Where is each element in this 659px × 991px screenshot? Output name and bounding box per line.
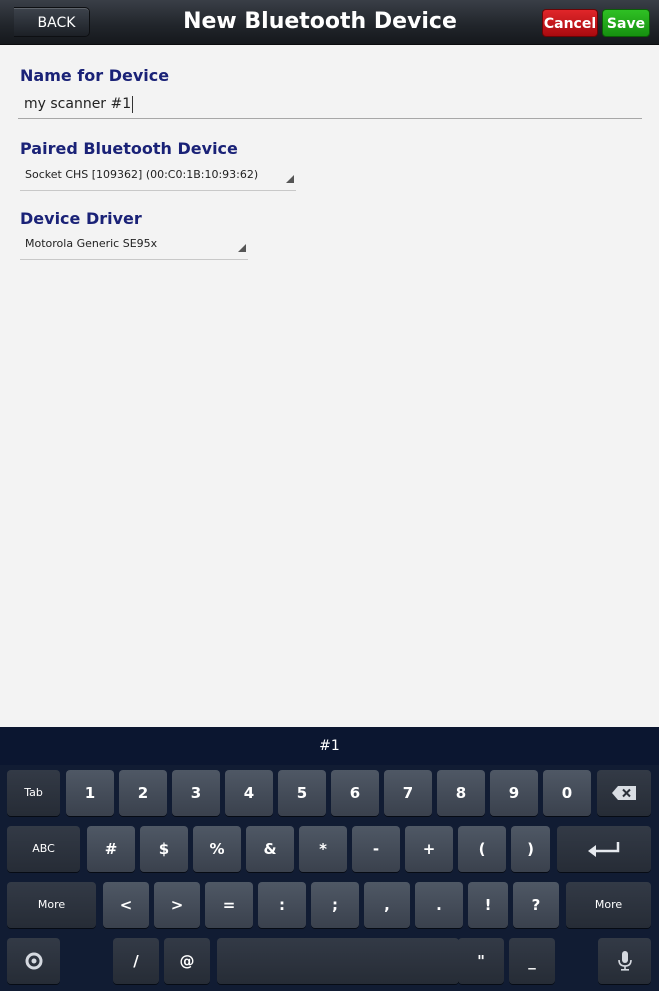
dropdown-arrow-icon <box>286 175 294 183</box>
key-at[interactable]: @ <box>164 938 210 984</box>
key-backspace[interactable] <box>597 770 651 816</box>
cancel-button[interactable]: Cancel <box>542 9 598 37</box>
key-equals[interactable]: = <box>205 882 253 928</box>
key-more-left[interactable]: More <box>7 882 96 928</box>
key-period[interactable]: . <box>415 882 463 928</box>
device-driver-label: Device Driver <box>20 209 142 228</box>
dropdown-arrow-icon <box>238 244 246 252</box>
key-abc[interactable]: ABC <box>7 826 80 872</box>
paired-device-value: Socket CHS [109362] (00:C0:1B:10:93:62) <box>25 168 259 181</box>
key-0[interactable]: 0 <box>543 770 591 816</box>
key-9[interactable]: 9 <box>490 770 538 816</box>
top-bar: BACK New Bluetooth Device Cancel Save <box>0 0 659 45</box>
back-button[interactable]: BACK <box>14 7 90 37</box>
key-less-than[interactable]: < <box>103 882 149 928</box>
key-asterisk[interactable]: * <box>299 826 347 872</box>
suggestion-bar[interactable]: #1 <box>0 727 659 765</box>
page-title: New Bluetooth Device <box>183 9 457 34</box>
key-7[interactable]: 7 <box>384 770 432 816</box>
key-dollar[interactable]: $ <box>140 826 188 872</box>
key-comma[interactable]: , <box>364 882 410 928</box>
paired-device-spinner[interactable]: Socket CHS [109362] (00:C0:1B:10:93:62) <box>20 161 296 191</box>
key-space[interactable] <box>217 938 459 984</box>
key-slash[interactable]: / <box>113 938 159 984</box>
key-close-paren[interactable]: ) <box>511 826 550 872</box>
key-ampersand[interactable]: & <box>246 826 294 872</box>
key-3[interactable]: 3 <box>172 770 220 816</box>
key-5[interactable]: 5 <box>278 770 326 816</box>
key-plus[interactable]: + <box>405 826 453 872</box>
key-2[interactable]: 2 <box>119 770 167 816</box>
key-colon[interactable]: : <box>258 882 306 928</box>
key-settings[interactable] <box>7 938 60 984</box>
text-cursor <box>132 95 134 113</box>
back-button-label: BACK <box>37 15 76 31</box>
key-hash[interactable]: # <box>87 826 135 872</box>
key-4[interactable]: 4 <box>225 770 273 816</box>
device-driver-value: Motorola Generic SE95x <box>25 237 158 250</box>
key-1[interactable]: 1 <box>66 770 114 816</box>
name-for-device-label: Name for Device <box>20 66 170 85</box>
key-underscore[interactable]: _ <box>509 938 555 984</box>
enter-icon <box>588 842 620 857</box>
key-open-paren[interactable]: ( <box>458 826 506 872</box>
device-name-value: my scanner #1 <box>24 96 132 112</box>
key-greater-than[interactable]: > <box>154 882 200 928</box>
key-semicolon[interactable]: ; <box>311 882 359 928</box>
key-enter[interactable] <box>557 826 651 872</box>
key-tab[interactable]: Tab <box>7 770 60 816</box>
key-quote[interactable]: " <box>458 938 504 984</box>
paired-device-label: Paired Bluetooth Device <box>20 139 238 158</box>
key-more-right[interactable]: More <box>566 882 651 928</box>
on-screen-keyboard: #1 Tab 1 2 3 4 5 6 7 8 9 0 ABC # $ % & *… <box>0 727 659 991</box>
key-exclamation[interactable]: ! <box>468 882 508 928</box>
backspace-icon <box>612 786 636 800</box>
save-button[interactable]: Save <box>602 9 650 37</box>
key-microphone[interactable] <box>598 938 651 984</box>
settings-icon <box>25 952 42 970</box>
device-driver-spinner[interactable]: Motorola Generic SE95x <box>20 230 248 260</box>
key-minus[interactable]: - <box>352 826 400 872</box>
key-8[interactable]: 8 <box>437 770 485 816</box>
key-percent[interactable]: % <box>193 826 241 872</box>
key-6[interactable]: 6 <box>331 770 379 816</box>
device-name-input[interactable]: my scanner #1 <box>18 89 642 119</box>
microphone-icon <box>617 951 632 971</box>
key-question[interactable]: ? <box>513 882 559 928</box>
